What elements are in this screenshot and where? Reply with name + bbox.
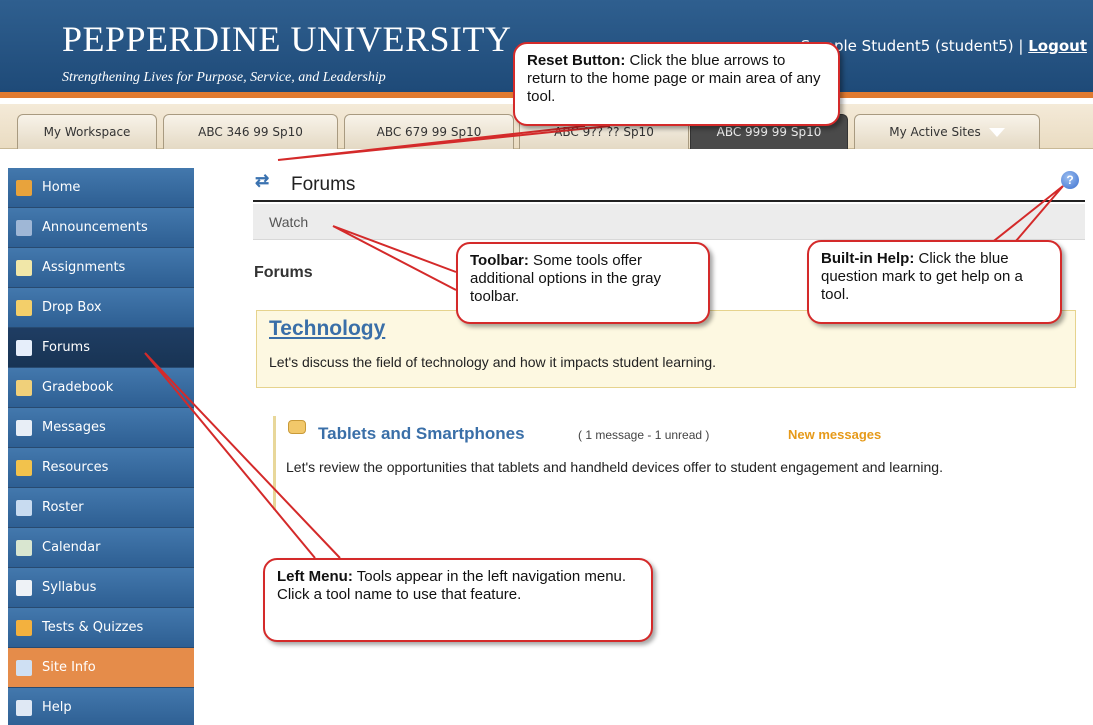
menu-item-assignments[interactable]: Assignments xyxy=(8,248,194,288)
toolbar-callout: Toolbar: Some tools offer additional opt… xyxy=(456,242,710,324)
menu-item-home[interactable]: Home xyxy=(8,168,194,208)
tool-title: Forums xyxy=(291,174,356,195)
menu-item-label: Assignments xyxy=(42,260,126,275)
leftmenu-callout: Left Menu: Tools appear in the left navi… xyxy=(263,558,653,642)
watch-link[interactable]: Watch xyxy=(269,214,308,230)
forums-heading: Forums xyxy=(254,264,313,281)
gray-toolbar: Watch xyxy=(253,204,1085,240)
tab-my-active-sites[interactable]: My Active Sites xyxy=(854,114,1040,149)
user-info: Sample Student5 (student5) | Logout xyxy=(801,37,1087,55)
toolbar-callout-title: Toolbar: xyxy=(470,252,529,269)
tab-abc-346[interactable]: ABC 346 99 Sp10 xyxy=(163,114,338,149)
logout-link[interactable]: Logout xyxy=(1028,37,1087,55)
topic-bubble-icon xyxy=(288,420,306,434)
topic-description: Let's review the opportunities that tabl… xyxy=(286,459,943,475)
reset-callout: Reset Button: Click the blue arrows to r… xyxy=(513,42,840,126)
help-callout: Built-in Help: Click the blue question m… xyxy=(807,240,1062,324)
menu-item-messages[interactable]: Messages xyxy=(8,408,194,448)
forum-title-link[interactable]: Technology xyxy=(269,317,385,341)
forum-description: Let's discuss the field of technology an… xyxy=(269,354,717,370)
chat-bubbles-icon xyxy=(16,340,32,356)
menu-item-syllabus[interactable]: Syllabus xyxy=(8,568,194,608)
menu-item-calendar[interactable]: Calendar xyxy=(8,528,194,568)
menu-item-label: Drop Box xyxy=(42,300,102,315)
topic-title-link[interactable]: Tablets and Smartphones xyxy=(318,424,525,444)
leftmenu-callout-title: Left Menu: xyxy=(277,568,353,585)
menu-item-label: Gradebook xyxy=(42,380,114,395)
menu-item-tests-quizzes[interactable]: Tests & Quizzes xyxy=(8,608,194,648)
folder-icon xyxy=(16,460,32,476)
chevron-down-icon xyxy=(988,128,1005,137)
menu-item-label: Tests & Quizzes xyxy=(42,620,144,635)
menu-item-site-info[interactable]: Site Info xyxy=(8,648,194,688)
help-callout-title: Built-in Help: xyxy=(821,250,915,267)
menu-item-label: Syllabus xyxy=(42,580,97,595)
roster-card-icon xyxy=(16,500,32,516)
menu-item-resources[interactable]: Resources xyxy=(8,448,194,488)
home-icon xyxy=(16,180,32,196)
tool-title-bar: ⇄ Forums ? xyxy=(253,166,1085,202)
new-messages-link[interactable]: New messages xyxy=(788,427,881,442)
calendar-icon xyxy=(16,540,32,556)
menu-item-label: Home xyxy=(42,180,81,195)
megaphone-icon xyxy=(16,220,32,236)
gradebook-icon xyxy=(16,380,32,396)
tagline: Strengthening Lives for Purpose, Service… xyxy=(62,70,386,85)
speech-bubble-icon xyxy=(16,420,32,436)
menu-item-roster[interactable]: Roster xyxy=(8,488,194,528)
help-circle-icon xyxy=(16,700,32,716)
dropbox-icon xyxy=(16,300,32,316)
menu-item-gradebook[interactable]: Gradebook xyxy=(8,368,194,408)
menu-item-announcements[interactable]: Announcements xyxy=(8,208,194,248)
university-name: PEPPERDINE UNIVERSITY xyxy=(62,19,512,59)
tab-my-workspace[interactable]: My Workspace xyxy=(17,114,157,149)
reset-arrows-icon[interactable]: ⇄ xyxy=(255,171,269,191)
menu-item-label: Forums xyxy=(42,340,90,355)
topic-block: Tablets and Smartphones ( 1 message - 1 … xyxy=(273,416,1073,510)
site-info-icon xyxy=(16,660,32,676)
menu-item-forums[interactable]: Forums xyxy=(8,328,194,368)
topic-message-count: ( 1 message - 1 unread ) xyxy=(578,428,710,442)
help-question-icon[interactable]: ? xyxy=(1061,171,1079,189)
tab-my-active-sites-label: My Active Sites xyxy=(889,125,981,139)
menu-item-label: Roster xyxy=(42,500,84,515)
menu-item-label: Resources xyxy=(42,460,109,475)
tab-abc-679[interactable]: ABC 679 99 Sp10 xyxy=(344,114,514,149)
menu-item-drop-box[interactable]: Drop Box xyxy=(8,288,194,328)
menu-item-help[interactable]: Help xyxy=(8,688,194,725)
left-menu: Home Announcements Assignments Drop Box … xyxy=(8,168,194,725)
pencil-icon xyxy=(16,620,32,636)
menu-item-label: Messages xyxy=(42,420,106,435)
menu-item-label: Announcements xyxy=(42,220,148,235)
menu-item-label: Help xyxy=(42,700,72,715)
syllabus-icon xyxy=(16,580,32,596)
reset-callout-title: Reset Button: xyxy=(527,52,626,69)
pencil-paper-icon xyxy=(16,260,32,276)
menu-item-label: Calendar xyxy=(42,540,101,555)
menu-item-label: Site Info xyxy=(42,660,96,675)
